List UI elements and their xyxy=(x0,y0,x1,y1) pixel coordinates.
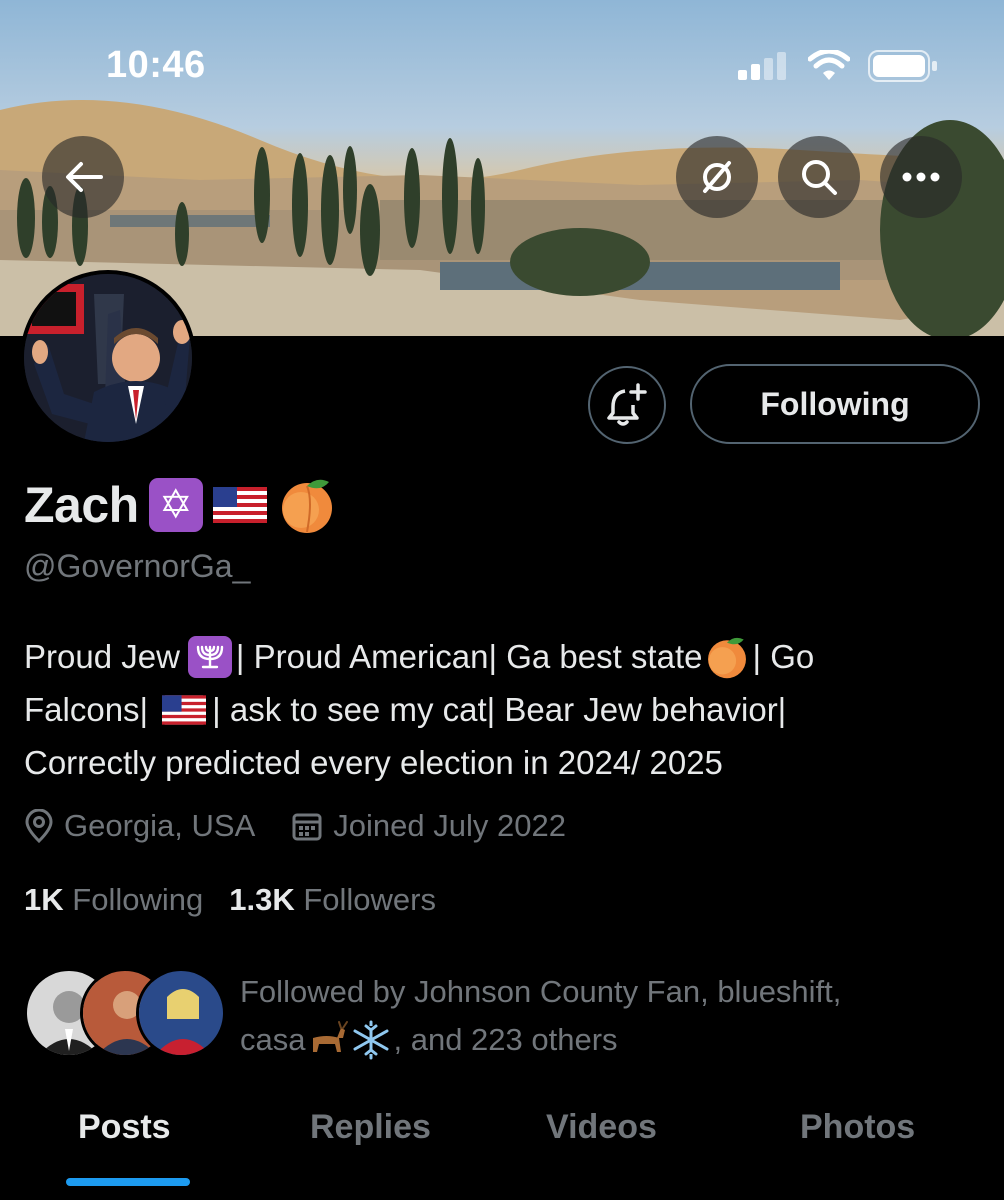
name-row: Zach ✡ xyxy=(24,476,337,534)
followed-by-text: Followed by Johnson County Fan, blueshif… xyxy=(240,968,960,1064)
search-icon xyxy=(802,160,837,195)
avatar-image xyxy=(24,274,192,442)
bio-text: | ask to see my cat| Bear Jew behavior| xyxy=(212,691,787,728)
followers-count: 1.3K xyxy=(229,882,295,917)
followed-by-line: casa xyxy=(240,1022,306,1057)
search-button[interactable] xyxy=(778,136,860,218)
profile-meta: Georgia, USA Joined July 2022 xyxy=(24,808,602,844)
more-icon xyxy=(902,172,940,182)
following-button[interactable]: Following xyxy=(690,364,980,444)
tab-replies[interactable]: Replies xyxy=(310,1108,431,1147)
followed-by[interactable]: Followed by Johnson County Fan, blueshif… xyxy=(24,968,841,1060)
peach-icon xyxy=(281,479,332,533)
bio-text: Falcons| xyxy=(24,691,149,728)
grok-icon xyxy=(703,161,731,193)
bell-plus-icon xyxy=(607,383,647,426)
notifications-button[interactable] xyxy=(588,366,666,444)
more-button[interactable] xyxy=(880,136,962,218)
location-icon xyxy=(25,809,53,843)
grok-button[interactable] xyxy=(676,136,758,218)
following-count: 1K xyxy=(24,882,64,917)
bio-text: Correctly predicted every election in 20… xyxy=(24,744,723,781)
tab-photos[interactable]: Photos xyxy=(800,1108,915,1147)
bio-text: Proud Jew xyxy=(24,638,180,675)
snowflake-icon xyxy=(353,1020,389,1060)
followers-label: Followers xyxy=(303,882,436,917)
followers-count-link[interactable]: 1.3K Followers xyxy=(229,882,436,918)
following-count-link[interactable]: 1K Following xyxy=(24,882,203,918)
join-date: Joined July 2022 xyxy=(291,808,566,844)
star-of-david-icon: ✡ xyxy=(148,478,203,532)
us-flag-icon xyxy=(212,487,267,523)
join-date-text: Joined July 2022 xyxy=(333,808,566,843)
deer-icon xyxy=(313,1021,349,1052)
signal-icon xyxy=(738,52,786,80)
followed-by-line: , and 223 others xyxy=(393,1022,618,1057)
following-label: Following xyxy=(72,882,204,917)
tab-posts[interactable]: Posts xyxy=(78,1108,171,1147)
location-text: Georgia, USA xyxy=(64,808,256,843)
bio-text: | Go xyxy=(752,638,815,675)
wifi-icon xyxy=(808,50,850,80)
handle: @GovernorGa_ xyxy=(24,548,251,584)
avatar xyxy=(136,968,226,1058)
battery-icon xyxy=(868,50,937,82)
active-tab-indicator xyxy=(66,1178,190,1186)
back-button[interactable] xyxy=(42,136,124,218)
tab-videos[interactable]: Videos xyxy=(546,1108,657,1147)
menorah-icon xyxy=(187,635,232,678)
followed-by-line: Followed by Johnson County Fan, blueshif… xyxy=(240,974,842,1009)
arrow-left-icon xyxy=(66,162,103,192)
display-name: Zach xyxy=(24,477,139,533)
profile-tabs: Posts Replies Videos Photos xyxy=(0,1090,1004,1200)
status-time: 10:46 xyxy=(106,44,206,86)
location: Georgia, USA xyxy=(24,808,255,844)
bio: Proud Jew | Proud American| Ga best stat… xyxy=(24,630,984,789)
bio-text: | Proud American| Ga best state xyxy=(235,638,703,675)
peach-icon xyxy=(708,637,747,678)
profile-avatar[interactable] xyxy=(20,270,196,446)
status-icons xyxy=(738,50,938,82)
us-flag-icon xyxy=(162,694,207,725)
follow-stats: 1K Following 1.3K Followers xyxy=(24,882,436,918)
calendar-icon xyxy=(292,813,322,841)
